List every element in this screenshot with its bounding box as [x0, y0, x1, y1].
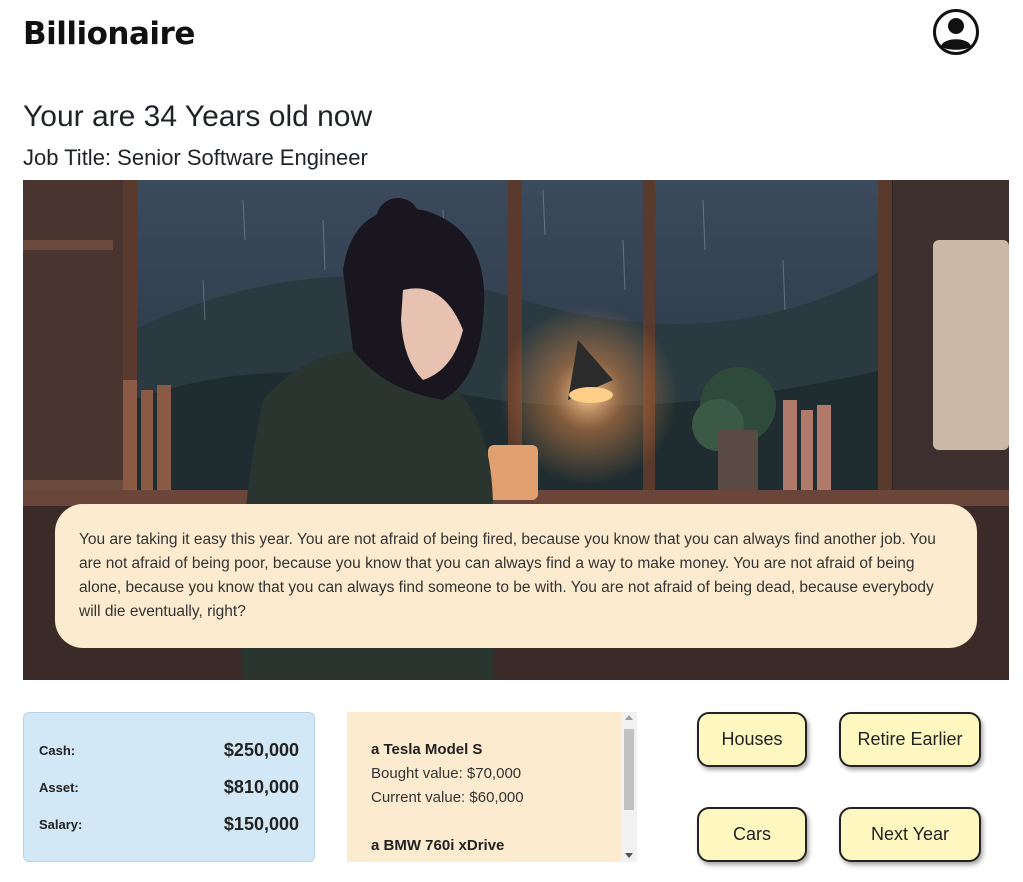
car-bought-value: Bought value: $70,000	[371, 765, 522, 782]
cars-list-content: a Tesla Model S Bought value: $70,000 Cu…	[371, 738, 611, 858]
owned-cars-list[interactable]: a Tesla Model S Bought value: $70,000 Cu…	[347, 712, 637, 862]
age-heading: Your are 34 Years old now	[23, 100, 373, 133]
cash-value: $250,000	[223, 740, 299, 760]
stats-panel: Cash: $250,000 Asset: $810,000 Salary: $…	[23, 712, 315, 862]
next-year-button[interactable]: Next Year	[839, 807, 981, 862]
salary-value: $150,000	[223, 814, 299, 834]
brand-title: Billionaire	[23, 16, 195, 52]
car-current-value: Current value: $60,000	[371, 789, 524, 806]
scroll-up-arrow-icon[interactable]	[625, 715, 633, 720]
scroll-down-arrow-icon[interactable]	[625, 853, 633, 858]
asset-value: $810,000	[223, 777, 299, 797]
user-profile-icon[interactable]	[932, 8, 980, 56]
asset-label: Asset:	[39, 780, 79, 795]
salary-row: Salary: $150,000	[39, 814, 299, 835]
scroll-thumb[interactable]	[624, 729, 634, 810]
houses-button[interactable]: Houses	[697, 712, 807, 767]
retire-earlier-button[interactable]: Retire Earlier	[839, 712, 981, 767]
cars-button[interactable]: Cars	[697, 807, 807, 862]
story-bubble: You are taking it easy this year. You ar…	[55, 504, 977, 648]
job-title: Job Title: Senior Software Engineer	[23, 145, 368, 170]
salary-label: Salary:	[39, 817, 83, 832]
cars-scrollbar[interactable]	[621, 712, 637, 862]
cash-label: Cash:	[39, 743, 76, 758]
car-name: a BMW 760i xDrive	[371, 837, 505, 854]
cash-row: Cash: $250,000	[39, 740, 299, 761]
asset-row: Asset: $810,000	[39, 777, 299, 798]
car-name: a Tesla Model S	[371, 741, 483, 758]
